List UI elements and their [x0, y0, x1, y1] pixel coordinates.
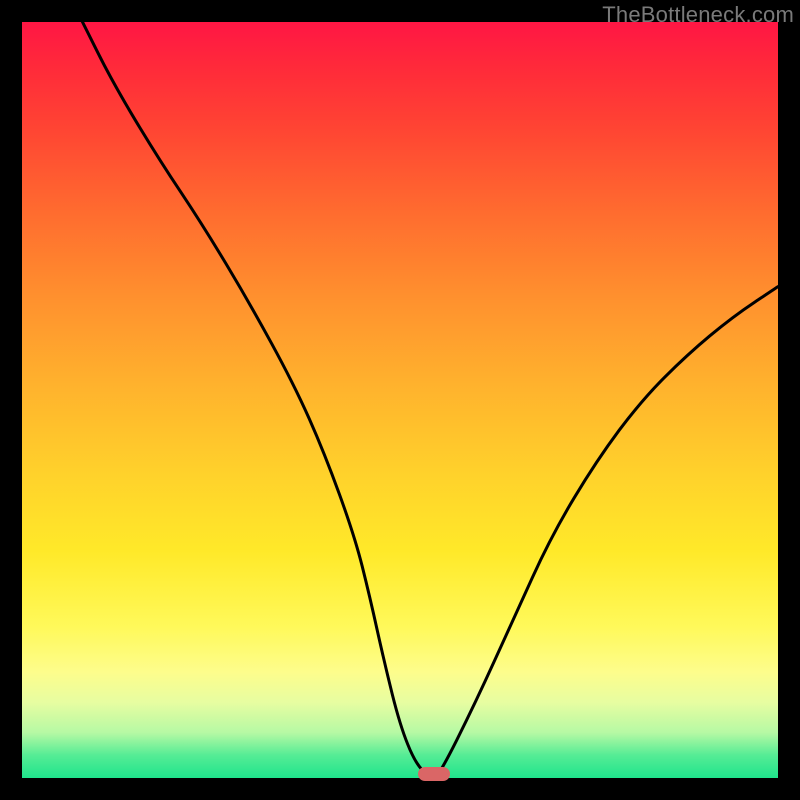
bottleneck-curve-path: [83, 22, 779, 778]
watermark-text: TheBottleneck.com: [602, 2, 794, 28]
chart-canvas: TheBottleneck.com: [0, 0, 800, 800]
plot-area: [22, 22, 778, 778]
curve-svg: [22, 22, 778, 778]
optimal-marker: [418, 767, 450, 781]
